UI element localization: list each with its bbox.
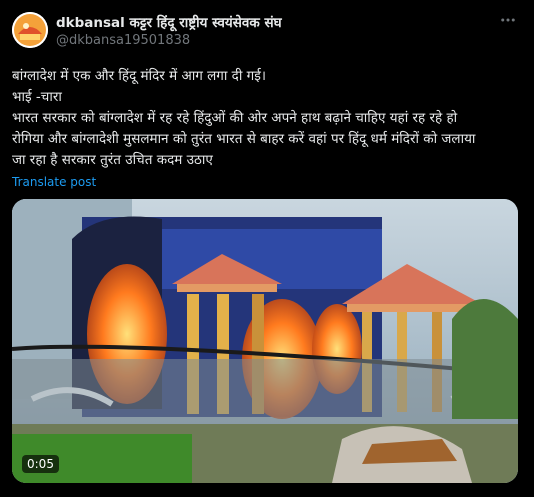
translate-post-link[interactable]: Translate post (12, 175, 96, 189)
post-text: बांग्लादेश में एक और हिंदू मंदिर में आग … (12, 66, 522, 171)
post-text-line: रोगिया और बांग्लादेशी मुसलमान को तुरंत भ… (12, 131, 476, 147)
post-text-line: भारत सरकार को बांग्लादेश में रह रहे हिंद… (12, 110, 458, 126)
tweet: dkbansal कट्टर हिंदू राष्ट्रीय स्वयंसेवक… (0, 0, 534, 497)
post-text-line: बांग्लादेश में एक और हिंदू मंदिर में आग … (12, 68, 266, 84)
video-player[interactable]: 0:05 (12, 199, 518, 483)
author-name[interactable]: dkbansal कट्टर हिंदू राष्ट्रीय स्वयंसेवक… (56, 13, 282, 31)
post-text-line: भाई -चारा (12, 89, 62, 105)
video-timecode: 0:05 (22, 455, 59, 473)
more-options-button[interactable] (498, 10, 518, 30)
video-frame (12, 199, 518, 483)
author-handle[interactable]: @dkbansa19501838 (56, 33, 190, 48)
avatar[interactable] (12, 12, 48, 48)
more-horizontal-icon (501, 18, 515, 22)
post-text-line: जा रहा है सरकार तुरंत उचित कदम उठाए (12, 152, 213, 168)
